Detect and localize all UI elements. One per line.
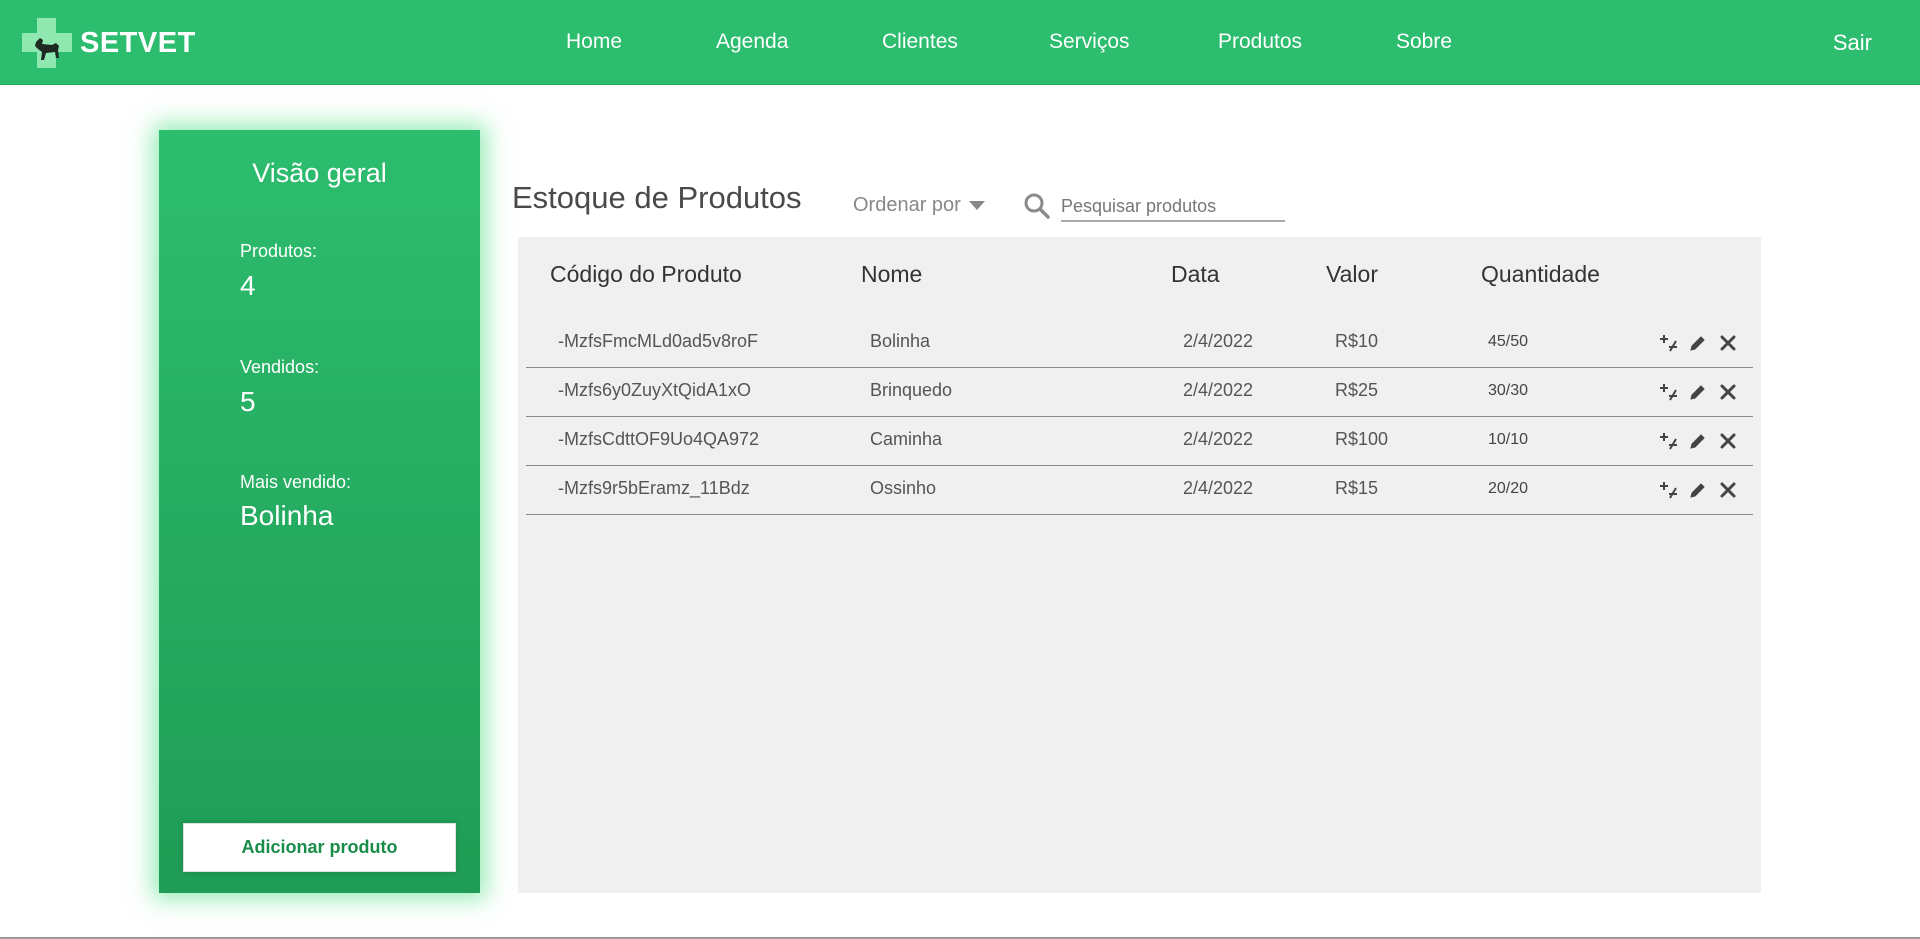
cell-name: Caminha (870, 429, 943, 449)
nav-link-agenda[interactable]: Agenda (716, 30, 788, 54)
sidebar-title: Visão geral (252, 158, 387, 188)
cell-date: 2/4/2022 (1183, 380, 1254, 400)
plus-minus-icon[interactable] (1657, 430, 1679, 452)
cell-name: Brinquedo (870, 380, 953, 400)
search-input[interactable] (1061, 192, 1285, 222)
nav-link-servicos[interactable]: Serviços (1049, 30, 1130, 54)
overview-sidebar: Visão geral Produtos: 4 Vendidos: 5 Mais… (159, 130, 480, 893)
cell-code: -Mzfs6y0ZuyXtQidA1xO (558, 380, 752, 400)
search-icon (1023, 192, 1051, 225)
top-navbar: SETVET Home Agenda Clientes Serviços Pro… (0, 0, 1920, 85)
nav-link-clientes[interactable]: Clientes (882, 30, 958, 54)
stat-products-value: 4 (240, 270, 256, 301)
plus-minus-icon[interactable] (1657, 381, 1679, 403)
cell-date: 2/4/2022 (1183, 331, 1254, 351)
vet-cross-dog-icon (22, 18, 72, 68)
stat-sold-value: 5 (240, 386, 256, 417)
cell-name: Ossinho (870, 478, 937, 498)
page-title: Estoque de Produtos (512, 180, 802, 215)
stat-products-label: Produtos: (240, 241, 318, 261)
cell-code: -MzfsFmcMLd0ad5v8roF (558, 331, 759, 351)
close-icon[interactable] (1717, 479, 1739, 501)
cell-name: Bolinha (870, 331, 931, 351)
stat-best-seller-label: Mais vendido: (240, 472, 352, 492)
cell-code: -Mzfs9r5bEramz_11Bdz (558, 478, 750, 498)
column-header-value: Valor (1326, 261, 1378, 287)
pencil-icon[interactable] (1687, 332, 1709, 354)
pencil-icon[interactable] (1687, 479, 1709, 501)
brand-name: SETVET (80, 26, 196, 59)
cell-code: -MzfsCdttOF9Uo4QA972 (558, 429, 760, 449)
table-row: -MzfsFmcMLd0ad5v8roF Bolinha 2/4/2022 R$… (526, 319, 1753, 368)
nav-link-home[interactable]: Home (566, 30, 622, 54)
column-header-code: Código do Produto (550, 261, 742, 287)
pencil-icon[interactable] (1687, 381, 1709, 403)
cell-quantity: 10/10 (1488, 431, 1529, 448)
close-icon[interactable] (1717, 430, 1739, 452)
cell-price: R$100 (1335, 429, 1389, 449)
column-header-quantity: Quantidade (1481, 261, 1600, 287)
logout-link[interactable]: Sair (1833, 30, 1872, 56)
table-row: -Mzfs9r5bEramz_11Bdz Ossinho 2/4/2022 R$… (526, 466, 1753, 515)
column-header-date: Data (1171, 261, 1220, 287)
caret-down-icon (968, 201, 985, 210)
cell-quantity: 45/50 (1488, 333, 1529, 350)
cell-price: R$15 (1335, 478, 1379, 498)
stat-best-seller-value: Bolinha (240, 500, 334, 531)
add-product-button[interactable]: Adicionar produto (183, 823, 456, 872)
table-row: -MzfsCdttOF9Uo4QA972 Caminha 2/4/2022 R$… (526, 417, 1753, 466)
brand[interactable]: SETVET (22, 18, 196, 68)
sort-label: Ordenar por (853, 194, 961, 216)
cell-date: 2/4/2022 (1183, 429, 1254, 449)
close-icon[interactable] (1717, 332, 1739, 354)
close-icon[interactable] (1717, 381, 1739, 403)
nav-link-produtos[interactable]: Produtos (1218, 30, 1302, 54)
cell-date: 2/4/2022 (1183, 478, 1254, 498)
plus-minus-icon[interactable] (1657, 332, 1679, 354)
pencil-icon[interactable] (1687, 430, 1709, 452)
stat-sold-label: Vendidos: (240, 357, 320, 377)
cell-price: R$10 (1335, 331, 1379, 351)
nav-link-sobre[interactable]: Sobre (1396, 30, 1452, 54)
cell-price: R$25 (1335, 380, 1379, 400)
cell-quantity: 30/30 (1488, 382, 1529, 399)
plus-minus-icon[interactable] (1657, 479, 1679, 501)
sort-dropdown[interactable]: Ordenar por (853, 194, 985, 217)
table-row: -Mzfs6y0ZuyXtQidA1xO Brinquedo 2/4/2022 … (526, 368, 1753, 417)
cell-quantity: 20/20 (1488, 480, 1529, 497)
column-header-name: Nome (861, 261, 923, 287)
